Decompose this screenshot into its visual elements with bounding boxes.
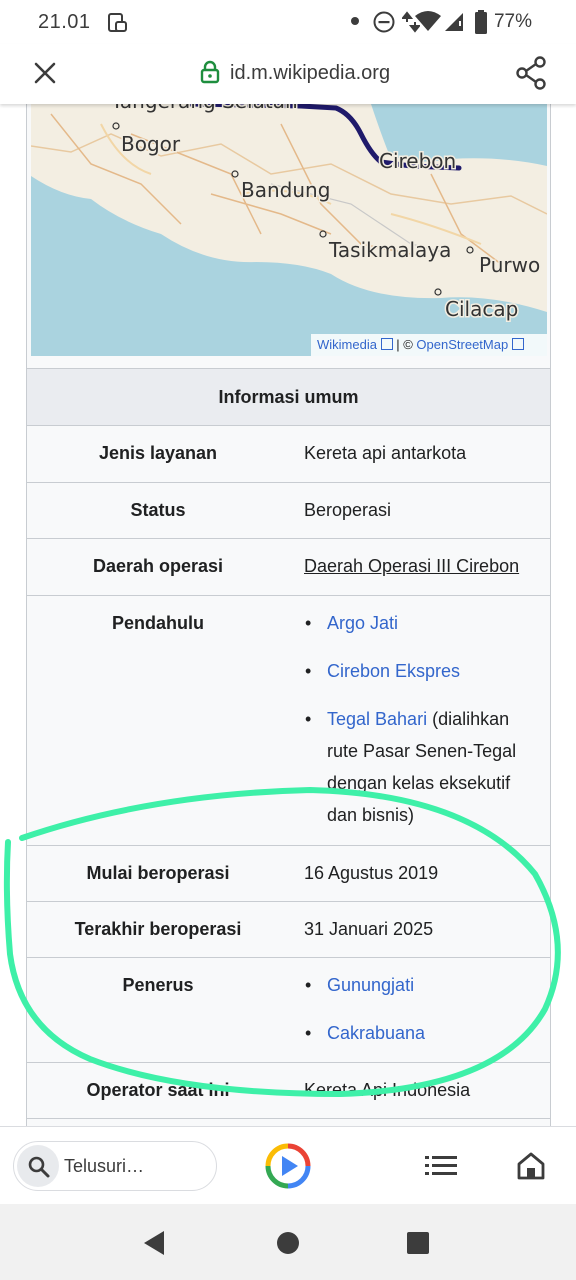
map-label: Purwo [479, 253, 540, 277]
map-canvas: Tangerang Selatan Bogor Bandung Cirebon … [31, 104, 547, 356]
share-icon[interactable] [515, 56, 547, 90]
list-item: Gunungjati [305, 969, 542, 1001]
infobox-row-mulai: Mulai beroperasi 16 Agustus 2019 [27, 845, 550, 901]
article-page: Tangerang Selatan Bogor Bandung Cirebon … [0, 104, 576, 1126]
recents-icon[interactable] [406, 1231, 430, 1255]
attribution-separator: | © [396, 337, 413, 352]
map-label: Cilacap [445, 297, 518, 321]
infobox-row-penerus: Penerus Gunungjati Cakrabuana [27, 957, 550, 1062]
back-icon[interactable] [142, 1230, 166, 1256]
system-navigation-bar [0, 1204, 576, 1280]
openstreetmap-link[interactable]: OpenStreetMap [416, 337, 508, 352]
row-value: 31 Januari 2025 [304, 919, 434, 939]
list-item-text: dengan kelas eksekutif [327, 773, 511, 793]
row-label: Pendahulu [111, 613, 204, 633]
do-not-disturb-icon [373, 11, 395, 33]
list-item: Cakrabuana [305, 1017, 542, 1049]
home-icon[interactable] [516, 1151, 546, 1181]
map-label: Tangerang Selatan [110, 104, 298, 113]
wikimedia-link[interactable]: Wikimedia [317, 337, 377, 352]
map-label: Tasikmalaya [328, 238, 451, 262]
map-label: Bandung [241, 178, 330, 202]
row-label: Penerus [122, 975, 194, 995]
route-map[interactable]: Tangerang Selatan Bogor Bandung Cirebon … [31, 104, 547, 356]
map-label: Cirebon [379, 149, 456, 173]
status-bar: 21.01 77% [0, 0, 576, 44]
tegal-bahari-link[interactable]: Tegal Bahari [327, 709, 427, 729]
gunungjati-link[interactable]: Gunungjati [327, 975, 414, 995]
cirebon-ekspres-link[interactable]: Cirebon Ekspres [327, 661, 460, 681]
search-icon [28, 1156, 50, 1178]
infobox-row-operator: Operator saat ini Kereta Api Indonesia [27, 1062, 550, 1118]
row-label: Jenis layanan [98, 443, 218, 463]
cellular-signal-icon [445, 13, 463, 31]
infobox-row-daerah: Daerah operasi Daerah Operasi III Cirebo… [27, 538, 550, 595]
close-icon[interactable] [33, 61, 57, 85]
url-text[interactable]: id.m.wikipedia.org [230, 62, 390, 85]
list-item: Argo Jati [305, 607, 542, 639]
row-value: Beroperasi [304, 500, 392, 520]
battery-icon [475, 10, 487, 34]
lock-icon[interactable] [200, 60, 220, 84]
section-title: Informasi umum [218, 387, 359, 407]
infobox-row-terakhir: Terakhir beroperasi 31 Januari 2025 [27, 901, 550, 957]
notification-dot-icon [351, 17, 359, 25]
map-label: Bogor [121, 132, 181, 156]
argo-jati-link[interactable]: Argo Jati [327, 613, 398, 633]
infobox-row-pendahulu: Pendahulu Argo Jati Cirebon Ekspres Tega… [27, 595, 550, 845]
external-link-icon [511, 338, 524, 350]
row-value: 16 Agustus 2019 [304, 863, 439, 883]
row-label: Terakhir beroperasi [74, 919, 242, 939]
tabs-list-icon[interactable] [425, 1155, 457, 1177]
infobox-row-jenis: Jenis layanan Kereta api antarkota [27, 425, 550, 482]
bottom-toolbar: Telusuri… [0, 1126, 576, 1204]
map-attribution: Wikimedia | © OpenStreetMap [311, 334, 547, 356]
cakrabuana-link[interactable]: Cakrabuana [327, 1023, 425, 1043]
list-item-text: (dialihkan [427, 709, 510, 729]
row-label: Operator saat ini [86, 1080, 230, 1100]
home-nav-icon[interactable] [276, 1231, 300, 1255]
infobox: Tangerang Selatan Bogor Bandung Cirebon … [26, 104, 551, 1126]
list-item-text: dan bisnis) [327, 805, 415, 825]
search-placeholder: Telusuri… [64, 1156, 145, 1176]
row-label: Mulai beroperasi [86, 863, 230, 883]
clock: 21.01 [38, 11, 91, 33]
screenshot-notification-icon [108, 13, 127, 32]
custom-tab-toolbar: id.m.wikipedia.org [0, 44, 576, 104]
row-label: Status [130, 500, 186, 520]
list-item: Cirebon Ekspres [305, 655, 542, 687]
wifi-icon [415, 11, 441, 31]
row-value: Kereta api antarkota [304, 443, 467, 463]
row-label: Daerah operasi [92, 556, 224, 576]
infobox-row-next [27, 1118, 550, 1126]
search-box[interactable]: Telusuri… [13, 1141, 217, 1191]
daerah-operasi-link[interactable]: Daerah Operasi III Cirebon [304, 556, 519, 577]
google-lens-play-icon[interactable] [264, 1142, 312, 1190]
infobox-row-status: Status Beroperasi [27, 482, 550, 538]
battery-percentage: 77% [493, 11, 532, 32]
infobox-header: Informasi umum [27, 368, 550, 425]
external-link-icon [380, 338, 393, 350]
list-item: Tegal Bahari (dialihkan rute Pasar Senen… [305, 703, 542, 831]
operator-link[interactable]: Kereta Api Indonesia [304, 1080, 470, 1101]
list-item-text: rute Pasar Senen-Tegal [327, 741, 517, 761]
